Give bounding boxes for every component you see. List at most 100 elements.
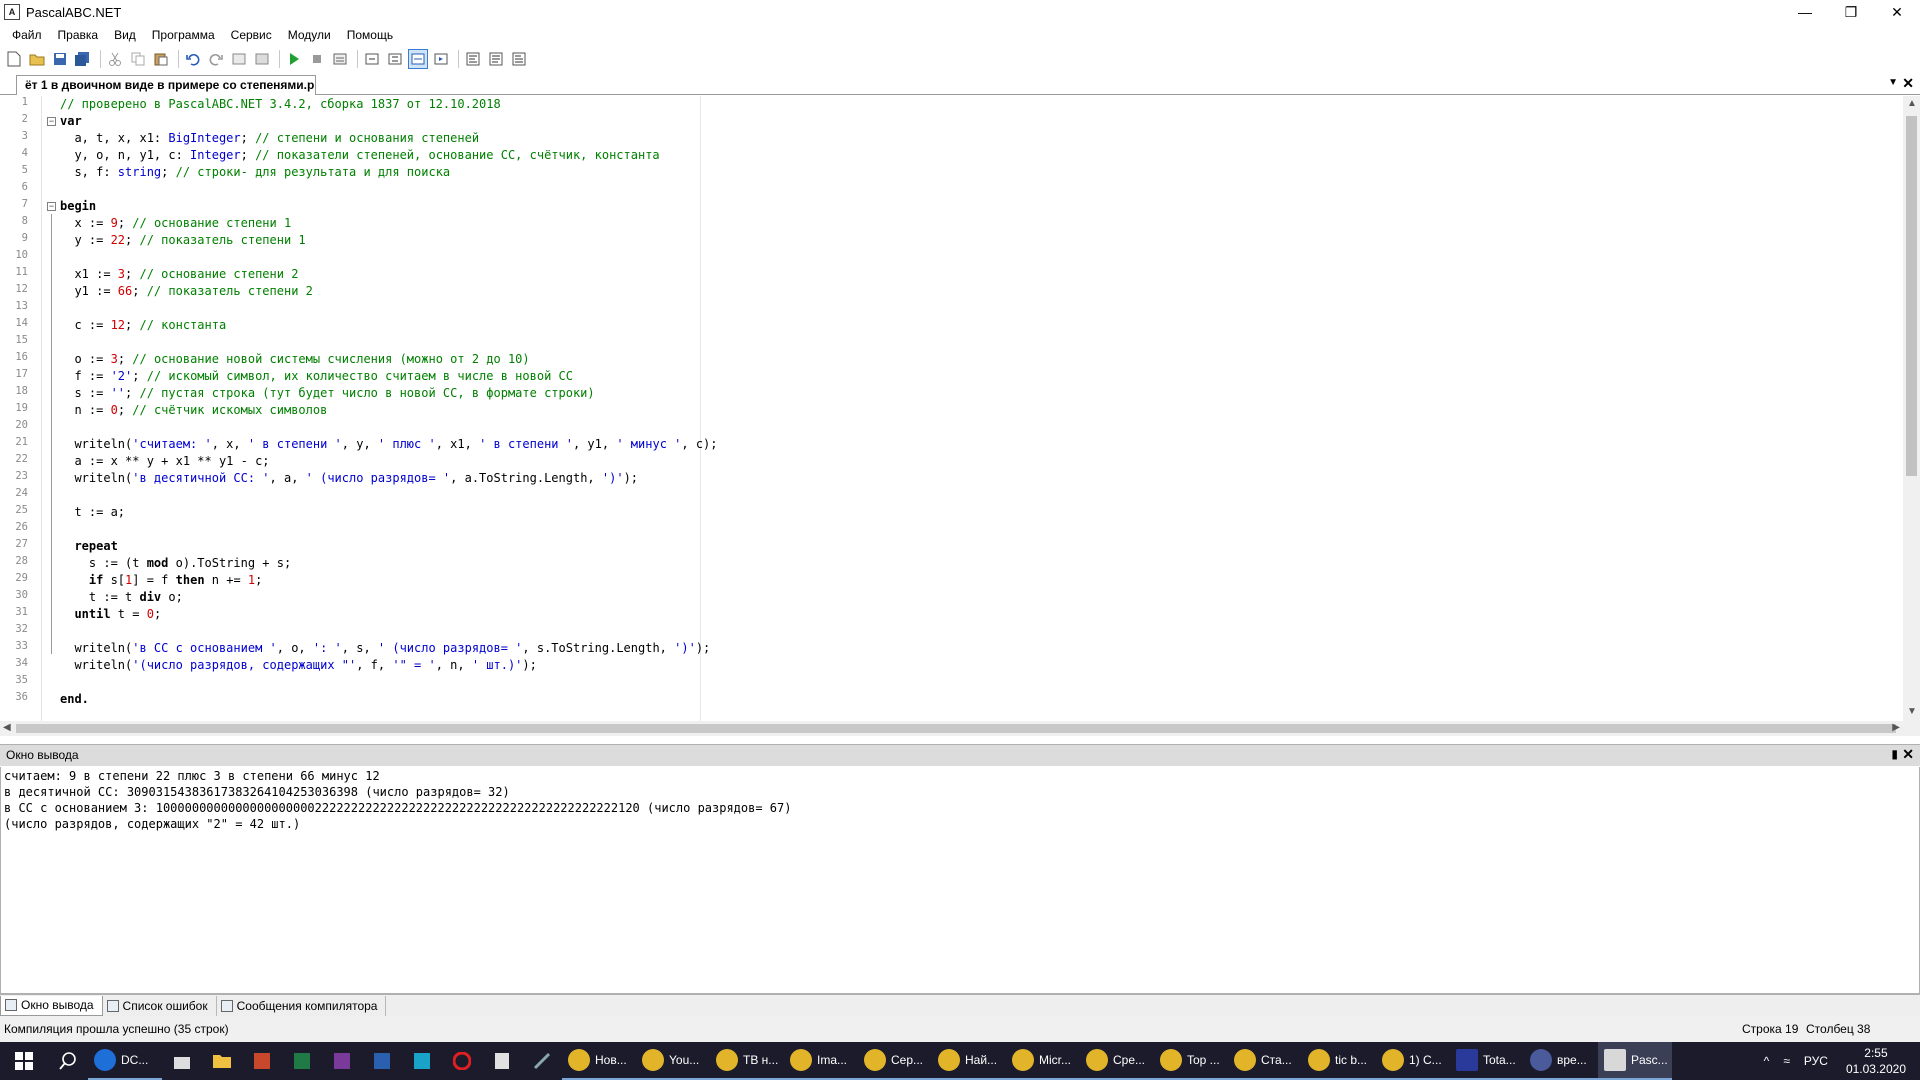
- output-toggle-icon[interactable]: [408, 49, 428, 69]
- line-number: 26: [15, 521, 28, 533]
- taskbar-app-pascalabc[interactable]: Pasc...: [1598, 1042, 1672, 1080]
- tab-error-list[interactable]: Список ошибок: [103, 995, 217, 1016]
- horizontal-scrollbar[interactable]: ◀ ▶: [0, 721, 1920, 736]
- redo-icon[interactable]: [206, 49, 226, 69]
- code-line: s := ''; // пустая строка (тут будет чис…: [60, 386, 595, 400]
- taskbar-app-chrome[interactable]: Най...: [932, 1042, 1006, 1080]
- menu-service[interactable]: Сервис: [223, 24, 280, 46]
- line-number: 17: [15, 368, 28, 380]
- undo-icon[interactable]: [183, 49, 203, 69]
- cut-icon[interactable]: [105, 49, 125, 69]
- horizontal-scroll-thumb[interactable]: [16, 724, 1896, 733]
- line-number: 16: [15, 351, 28, 363]
- scroll-right-icon[interactable]: ▶: [1892, 722, 1900, 733]
- save-all-icon[interactable]: [73, 49, 93, 69]
- fold-toggle-icon[interactable]: −: [47, 117, 56, 126]
- network-icon[interactable]: ≈: [1783, 1054, 1790, 1068]
- taskbar-app-chrome[interactable]: Top ...: [1154, 1042, 1228, 1080]
- compile-status-message: Компиляция прошла успешно (35 строк): [4, 1022, 229, 1036]
- word-icon[interactable]: [362, 1042, 402, 1080]
- menu-bar: Файл Правка Вид Программа Сервис Модули …: [0, 24, 1920, 46]
- save-icon[interactable]: [50, 49, 70, 69]
- copy-icon[interactable]: [128, 49, 148, 69]
- powerpoint-icon[interactable]: [242, 1042, 282, 1080]
- replace-icon[interactable]: [252, 49, 272, 69]
- taskbar-app-chrome[interactable]: Ста...: [1228, 1042, 1302, 1080]
- menu-edit[interactable]: Правка: [50, 24, 107, 46]
- taskbar-app-chrome[interactable]: You...: [636, 1042, 710, 1080]
- store-icon[interactable]: [162, 1042, 202, 1080]
- close-output-icon[interactable]: ✕: [1902, 746, 1914, 763]
- opera-icon[interactable]: [442, 1042, 482, 1080]
- scroll-down-icon[interactable]: ▼: [1907, 706, 1917, 717]
- line-number: 29: [15, 572, 28, 584]
- chrome-icon: [568, 1049, 590, 1071]
- restore-button[interactable]: ❐: [1828, 0, 1874, 24]
- new-file-icon[interactable]: [4, 49, 24, 69]
- tray-overflow-icon[interactable]: ^: [1764, 1054, 1770, 1068]
- step-into-icon[interactable]: [362, 49, 382, 69]
- search-icon[interactable]: [48, 1042, 88, 1080]
- tab-compiler-messages[interactable]: Сообщения компилятора: [217, 995, 387, 1016]
- output-text-area[interactable]: считаем: 9 в степени 22 плюс 3 в степени…: [0, 767, 1920, 994]
- chrome-icon: [864, 1049, 886, 1071]
- file-explorer-icon[interactable]: [202, 1042, 242, 1080]
- taskbar-app-chrome[interactable]: tic b...: [1302, 1042, 1376, 1080]
- code-text-area[interactable]: // проверено в PascalABC.NET 3.4.2, сбор…: [60, 96, 1900, 721]
- code-line: s, f: string; // строки- для результата …: [60, 165, 451, 179]
- snipping-tool-icon[interactable]: [522, 1042, 562, 1080]
- menu-view[interactable]: Вид: [106, 24, 144, 46]
- taskbar-app-chrome[interactable]: Micr...: [1006, 1042, 1080, 1080]
- language-indicator[interactable]: РУС: [1804, 1054, 1828, 1068]
- pin-icon[interactable]: ▮: [1891, 747, 1898, 761]
- tab-list-dropdown-icon[interactable]: ▼: [1888, 77, 1898, 88]
- compile-icon[interactable]: [330, 49, 350, 69]
- total-commander-icon: [1456, 1049, 1478, 1071]
- debug-icon[interactable]: [431, 49, 451, 69]
- vertical-scroll-thumb[interactable]: [1906, 116, 1917, 476]
- menu-file[interactable]: Файл: [4, 24, 50, 46]
- code-line: repeat: [74, 539, 118, 553]
- fold-toggle-icon[interactable]: −: [47, 202, 56, 211]
- clock[interactable]: 2:55 01.03.2020: [1846, 1045, 1906, 1077]
- scroll-up-icon[interactable]: ▲: [1907, 98, 1917, 109]
- close-window-button[interactable]: ✕: [1874, 0, 1920, 24]
- taskbar-app-chrome[interactable]: Нов...: [562, 1042, 636, 1080]
- document-tab[interactable]: ёт 1 в двоичном виде в примере со степен…: [16, 75, 316, 95]
- open-folder-icon[interactable]: [27, 49, 47, 69]
- scroll-left-icon[interactable]: ◀: [3, 722, 11, 733]
- excel-icon[interactable]: [282, 1042, 322, 1080]
- taskbar-app-label: Сер...: [891, 1053, 924, 1067]
- taskbar-app-chrome[interactable]: 1) С...: [1376, 1042, 1450, 1080]
- menu-program[interactable]: Программа: [144, 24, 223, 46]
- step-over-icon[interactable]: [385, 49, 405, 69]
- taskbar-app-chrome[interactable]: Ima...: [784, 1042, 858, 1080]
- devtool-icon[interactable]: [402, 1042, 442, 1080]
- taskbar-app-chrome[interactable]: Сер...: [858, 1042, 932, 1080]
- line-number: 31: [15, 606, 28, 618]
- calculator-icon[interactable]: [482, 1042, 522, 1080]
- code-editor[interactable]: 1 2 3 4 5 6 7 8 9 10 11 12 13 14 15 16 1…: [0, 96, 1920, 736]
- form-designer-icon[interactable]: [486, 49, 506, 69]
- stop-icon[interactable]: [307, 49, 327, 69]
- taskbar-app-chrome[interactable]: ТВ н...: [710, 1042, 784, 1080]
- format-code-icon[interactable]: [463, 49, 483, 69]
- tab-output-window[interactable]: Окно вывода: [0, 995, 103, 1016]
- menu-modules[interactable]: Модули: [280, 24, 339, 46]
- find-icon[interactable]: [229, 49, 249, 69]
- close-tab-icon[interactable]: ✕: [1902, 75, 1914, 92]
- onenote-icon[interactable]: [322, 1042, 362, 1080]
- taskbar-app-chrome[interactable]: Сре...: [1080, 1042, 1154, 1080]
- minimize-button[interactable]: —: [1782, 0, 1828, 24]
- code-template-icon[interactable]: [509, 49, 529, 69]
- vertical-scrollbar[interactable]: ▲ ▼: [1903, 96, 1920, 721]
- run-icon[interactable]: [284, 49, 304, 69]
- taskbar-app-edge[interactable]: DC...: [88, 1042, 162, 1080]
- start-button-icon[interactable]: [0, 1042, 48, 1080]
- menu-help[interactable]: Помощь: [339, 24, 401, 46]
- paste-icon[interactable]: [151, 49, 171, 69]
- taskbar-app-clock[interactable]: вре...: [1524, 1042, 1598, 1080]
- code-line: writeln('считаем: ', x, ' в степени ', y…: [60, 437, 718, 451]
- output-window-icon: [5, 999, 17, 1011]
- taskbar-app-total-commander[interactable]: Tota...: [1450, 1042, 1524, 1080]
